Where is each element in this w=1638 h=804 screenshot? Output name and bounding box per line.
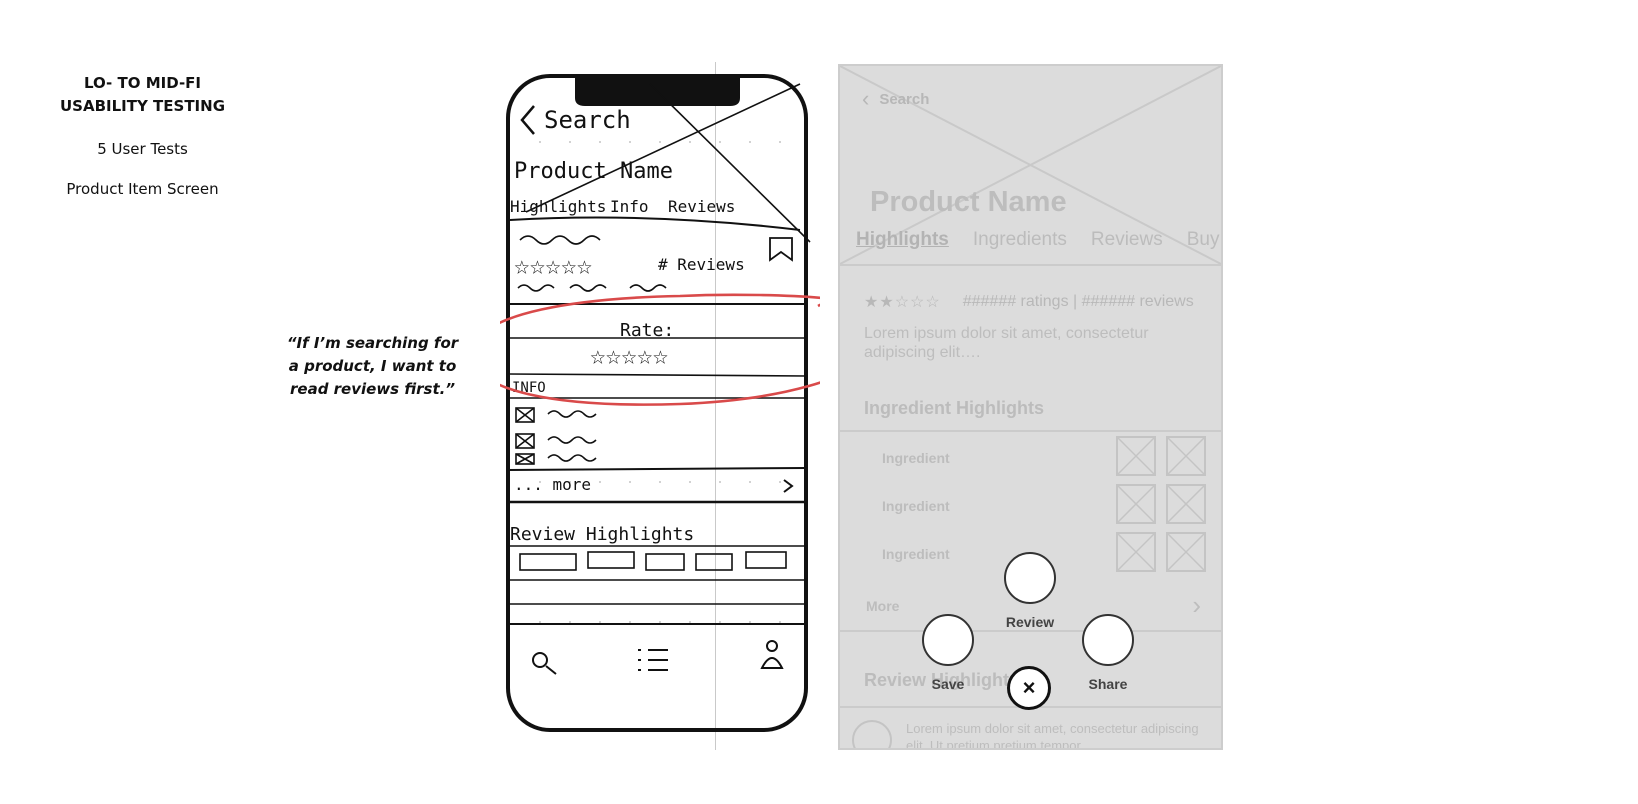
wire-tabs: Highlights Ingredients Reviews Buy xyxy=(856,229,1221,251)
wire-product-name: Product Name xyxy=(870,186,1067,218)
review-fab-label: Review xyxy=(1005,614,1055,630)
quote-line-2: a product, I want to xyxy=(288,357,457,375)
wire-review-text: Lorem ipsum dolor sit amet, consectetur … xyxy=(906,721,1199,750)
close-icon: × xyxy=(1022,675,1036,700)
caption-title-line1: LO- TO MID-FI xyxy=(84,74,201,92)
sketch-rate-label: Rate: xyxy=(620,320,674,341)
sketch-review-cards xyxy=(519,551,787,571)
ingredient-item: Ingredient xyxy=(882,498,950,514)
ingredient-image-icon xyxy=(1166,436,1206,476)
sketch-rate-stars: ☆☆☆☆☆ xyxy=(590,341,668,371)
sketch-search-icon xyxy=(532,652,548,668)
sketch-back-icon xyxy=(520,105,535,135)
sketch-more-label: ... more xyxy=(514,475,591,494)
sketch-list-icon xyxy=(638,649,668,671)
sketch-profile-icon xyxy=(766,640,778,652)
sketch-cross-line-2 xyxy=(649,83,811,243)
caption-screen: Product Item Screen xyxy=(66,180,219,198)
sketch-review-highlights: Review Highlights xyxy=(510,524,694,545)
wire-rating-row: ★★☆☆☆ ###### ratings | ###### reviews xyxy=(864,292,1194,312)
wire-back-button[interactable]: ‹ Search xyxy=(862,86,929,112)
sketch-more-chevron-icon xyxy=(783,479,794,493)
tab-ingredients[interactable]: Ingredients xyxy=(973,229,1067,251)
sketch-tab-highlights: Highlights xyxy=(510,197,606,216)
sketch-stars: ☆☆☆☆☆ xyxy=(514,251,592,281)
wire-rating-text: ###### ratings | ###### reviews xyxy=(962,293,1194,310)
wire-back-label: Search xyxy=(879,90,930,108)
star-rating-icon[interactable]: ★★☆☆☆ xyxy=(864,292,941,312)
share-fab-button[interactable] xyxy=(1082,614,1134,666)
ingredient-image-icon xyxy=(1116,532,1156,572)
caption-title-line2: USABILITY TESTING xyxy=(59,97,226,115)
tab-reviews[interactable]: Reviews xyxy=(1091,229,1163,251)
save-fab-button[interactable] xyxy=(922,614,974,666)
sketch-back-label: Search xyxy=(544,106,631,134)
ingredient-image-icon xyxy=(1116,484,1156,524)
ingredient-item: Ingredient xyxy=(882,450,950,466)
chevron-left-icon: ‹ xyxy=(862,86,870,111)
tab-buy[interactable]: Buy xyxy=(1187,229,1220,251)
close-button[interactable]: × xyxy=(1007,666,1051,710)
wire-description: Lorem ipsum dolor sit amet, consectetur … xyxy=(864,325,1149,361)
ingredient-image-icon xyxy=(1166,484,1206,524)
wire-ingredient-title: Ingredient Highlights xyxy=(864,398,1044,418)
sketch-phone: Search Product Name Highlights Info Revi… xyxy=(500,74,820,732)
quote-line-3: read reviews first.” xyxy=(290,380,455,398)
sketch-info-rows xyxy=(515,407,597,465)
caption-tests: 5 User Tests xyxy=(97,140,188,158)
tab-highlights[interactable]: Highlights xyxy=(856,229,949,251)
sketch-reviews-label: # Reviews xyxy=(658,255,745,274)
wire-more-link[interactable]: More xyxy=(866,598,899,614)
midfi-wireframe: ‹ Search Product Name Highlights Ingredi… xyxy=(838,64,1223,750)
sketch-tab-info: Info xyxy=(610,197,649,216)
sketch-product-name: Product Name xyxy=(514,159,673,184)
wire-header-image: ‹ Search Product Name Highlights Ingredi… xyxy=(840,66,1221,266)
user-quote: “If I’m searching for a product, I want … xyxy=(285,332,460,401)
ingredient-image-icon xyxy=(1166,532,1206,572)
ingredient-image-icon xyxy=(1116,436,1156,476)
review-fab-button[interactable] xyxy=(1004,552,1056,604)
quote-line-1: “If I’m searching for xyxy=(286,334,459,352)
slide-caption: LO- TO MID-FI USABILITY TESTING 5 User T… xyxy=(40,72,245,198)
chevron-right-icon[interactable]: › xyxy=(1192,590,1201,621)
sketch-tab-reviews: Reviews xyxy=(668,197,735,216)
bookmark-icon xyxy=(769,237,793,262)
save-fab-label: Save xyxy=(931,676,965,692)
ingredient-item: Ingredient xyxy=(882,546,950,562)
share-fab-label: Share xyxy=(1088,676,1128,692)
